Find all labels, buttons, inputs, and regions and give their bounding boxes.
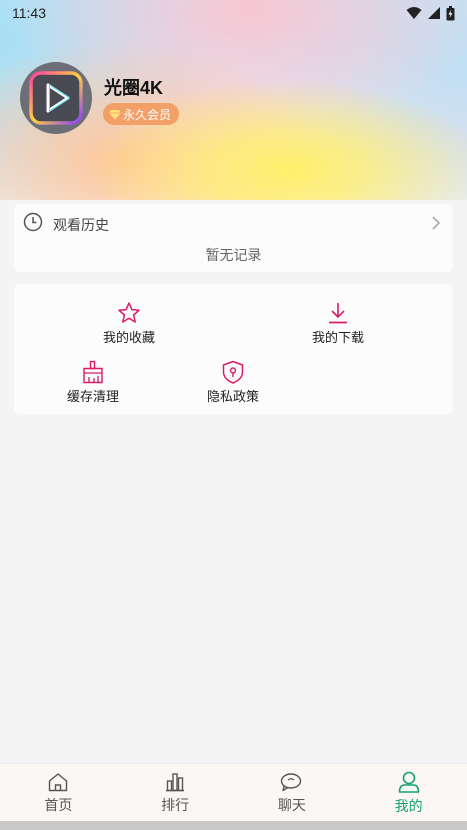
chevron-right-icon[interactable] <box>431 215 441 231</box>
menu-item-favorites[interactable]: 我的收藏 <box>69 301 189 346</box>
nav-item-mine[interactable]: 我的 <box>350 764 467 821</box>
shield-icon <box>222 360 244 384</box>
battery-icon <box>446 5 455 20</box>
vip-badge[interactable]: 永久会员 <box>103 103 180 125</box>
nav-label: 首页 <box>44 798 73 814</box>
menu-card: 我的收藏 我的下载 缓存清理 隐私政策 <box>14 284 453 414</box>
history-empty-text: 暂无记录 <box>205 248 262 264</box>
menu-item-label: 隐私政策 <box>206 390 259 405</box>
chat-icon <box>280 773 302 792</box>
menu-item-label: 缓存清理 <box>66 390 119 405</box>
nav-item-home[interactable]: 首页 <box>0 764 117 821</box>
watch-history-card[interactable]: 观看历史 暂无记录 <box>14 204 453 272</box>
vip-label: 永久会员 <box>123 107 172 122</box>
user-icon <box>398 771 419 793</box>
bottom-nav: 首页 排行 聊天 我的 <box>0 763 467 821</box>
wifi-icon <box>406 7 422 19</box>
home-icon <box>49 773 68 792</box>
status-bar: 11:43 <box>0 0 467 26</box>
signal-icon <box>428 7 440 19</box>
system-navigation-bar <box>0 821 467 830</box>
menu-item-privacy-policy[interactable]: 隐私政策 <box>173 360 293 405</box>
nav-label: 排行 <box>161 798 190 814</box>
nav-item-chat[interactable]: 聊天 <box>234 764 351 821</box>
history-title: 观看历史 <box>53 218 109 234</box>
nav-label: 我的 <box>394 799 423 815</box>
clock-icon <box>23 212 43 232</box>
diamond-icon <box>109 109 121 119</box>
status-time: 11:43 <box>12 5 46 21</box>
menu-item-label: 我的下载 <box>311 331 364 346</box>
username: 光圈4K <box>104 78 164 98</box>
avatar[interactable] <box>20 62 92 134</box>
play-logo-icon <box>29 71 83 125</box>
download-icon <box>329 303 347 324</box>
menu-item-clear-cache[interactable]: 缓存清理 <box>33 360 153 405</box>
status-icons <box>406 5 455 21</box>
nav-label: 聊天 <box>277 798 306 814</box>
nav-item-ranking[interactable]: 排行 <box>117 764 234 821</box>
chart-icon <box>166 773 185 792</box>
star-icon <box>118 302 140 323</box>
menu-item-label: 我的收藏 <box>102 331 155 346</box>
broom-icon <box>83 360 103 384</box>
menu-item-downloads[interactable]: 我的下载 <box>278 301 398 346</box>
